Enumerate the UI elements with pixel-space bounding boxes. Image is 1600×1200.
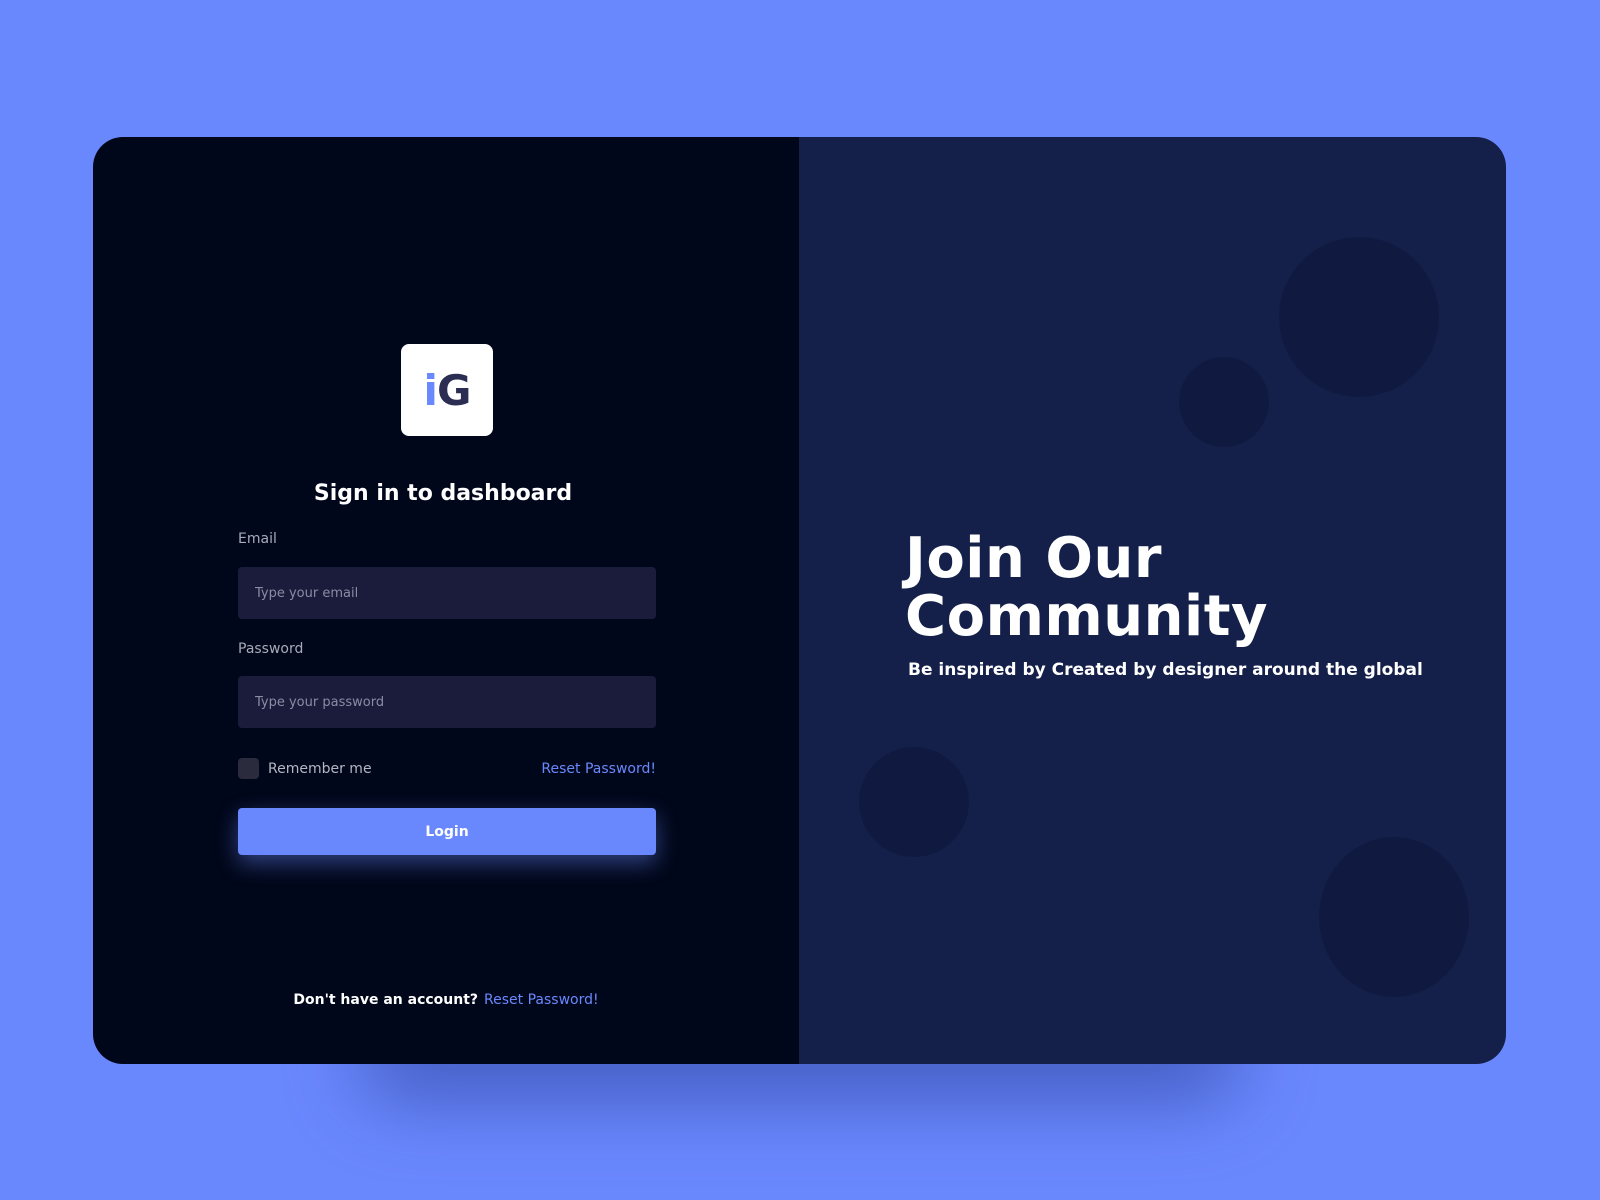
remember-me-label: Remember me	[268, 760, 372, 777]
signup-footer: Don't have an account? Reset Password!	[93, 992, 799, 1008]
decorative-shape	[1179, 357, 1269, 447]
logo-letter-i: i	[423, 365, 438, 415]
email-field[interactable]	[238, 567, 656, 619]
login-card: iG Sign in to dashboard Email Password R…	[93, 137, 1506, 1064]
decorative-shape	[1319, 837, 1469, 997]
remember-me-checkbox[interactable]	[238, 758, 259, 779]
app-logo: iG	[401, 344, 493, 436]
login-button[interactable]: Login	[238, 808, 656, 855]
hero-title: Join Our Community	[905, 530, 1268, 646]
email-label: Email	[238, 531, 277, 547]
decorative-shape	[1279, 237, 1439, 397]
signin-panel: iG Sign in to dashboard Email Password R…	[93, 137, 799, 1064]
decorative-shape	[859, 747, 969, 857]
community-panel: Join Our Community Be inspired by Create…	[799, 137, 1506, 1064]
reset-password-link[interactable]: Reset Password!	[541, 761, 656, 777]
remember-me-row: Remember me	[238, 758, 372, 779]
signin-title: Sign in to dashboard	[313, 481, 573, 506]
hero-subtitle: Be inspired by Created by designer aroun…	[908, 660, 1423, 680]
footer-text: Don't have an account?	[293, 992, 479, 1008]
logo-letter-g: G	[436, 365, 471, 415]
hero-title-line-2: Community	[905, 584, 1268, 649]
footer-reset-password-link[interactable]: Reset Password!	[484, 992, 599, 1008]
hero-title-line-1: Join Our	[905, 526, 1162, 591]
password-label: Password	[238, 641, 304, 657]
password-field[interactable]	[238, 676, 656, 728]
